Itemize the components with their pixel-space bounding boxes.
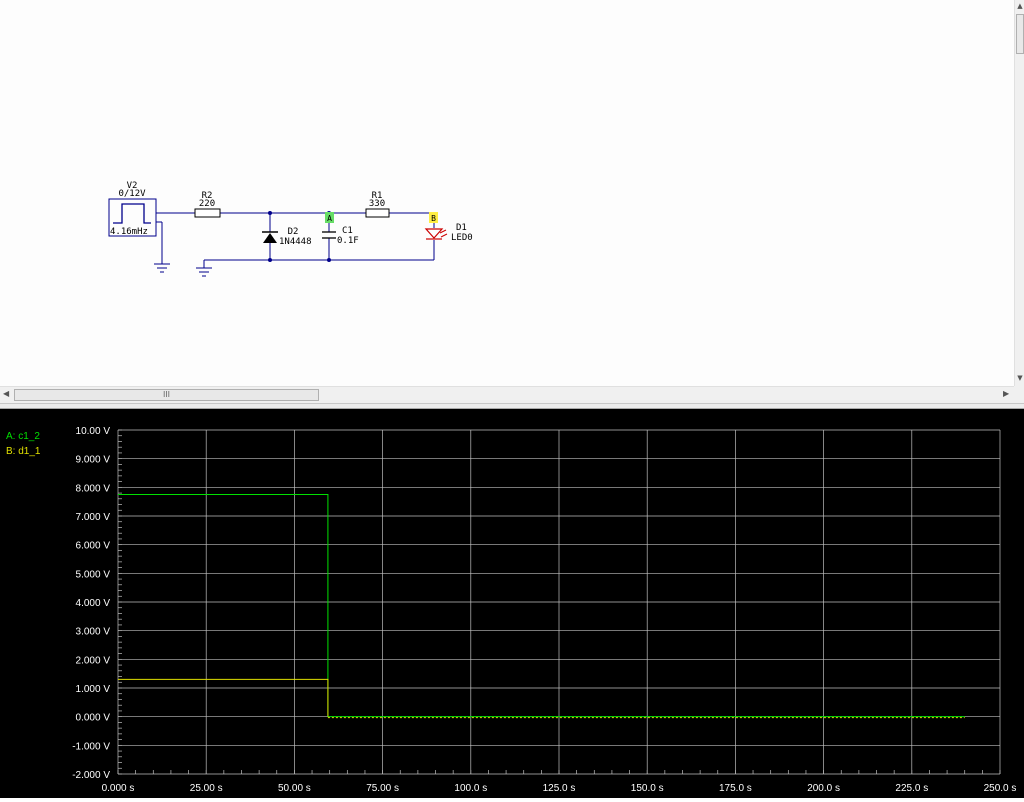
- x-tick-label: 250.0 s: [984, 783, 1017, 794]
- y-tick-label: -2.000 V: [72, 770, 110, 781]
- resistor-r1[interactable]: [365, 208, 390, 218]
- y-tick-label: 3.000 V: [76, 627, 111, 638]
- x-tick-label: 0.000 s: [102, 783, 135, 794]
- x-tick-label: 50.00 s: [278, 783, 311, 794]
- scroll-right-icon[interactable]: ▶: [1003, 389, 1009, 398]
- d1-value: LED0: [451, 233, 473, 243]
- led-d1[interactable]: [424, 228, 448, 240]
- capacitor-c1[interactable]: [322, 231, 336, 239]
- schematic-canvas[interactable]: V2 0/12V 4.16mHz R2 220 D2 1N4448 C1 0.1…: [0, 0, 1014, 386]
- y-tick-label: 7.000 V: [76, 512, 111, 523]
- ground-icon-v2: [154, 263, 170, 273]
- circuit-diagram: V2 0/12V 4.16mHz R2 220 D2 1N4448 C1 0.1…: [108, 181, 473, 277]
- r2-value: 220: [199, 199, 215, 209]
- x-tick-label: 75.00 s: [366, 783, 399, 794]
- x-tick-label: 225.0 s: [895, 783, 928, 794]
- x-tick-label: 175.0 s: [719, 783, 752, 794]
- y-tick-label: 9.000 V: [76, 455, 111, 466]
- x-tick-label: 150.0 s: [631, 783, 664, 794]
- square-wave-icon: [113, 203, 151, 224]
- scroll-grip: III: [162, 390, 171, 399]
- y-tick-label: 2.000 V: [76, 655, 111, 666]
- scroll-down-icon[interactable]: ▼: [1015, 374, 1024, 382]
- horizontal-scroll-thumb[interactable]: III: [14, 389, 319, 401]
- v2-value: 0/12V: [118, 189, 146, 199]
- x-tick-label: 200.0 s: [807, 783, 840, 794]
- resistor-r2[interactable]: [194, 208, 221, 218]
- d1-name: D1: [456, 223, 467, 233]
- trace-b-line: [118, 678, 329, 717]
- y-tick-label: 4.000 V: [76, 598, 111, 609]
- oscilloscope-panel: A: c1_2 B: d1_1 10.00 V 9.000 V 8.000 V 7.0…: [0, 409, 1024, 798]
- y-tick-label: 0.000 V: [76, 713, 111, 724]
- y-tick-label: 1.000 V: [76, 684, 111, 695]
- x-tick-label: 125.0 s: [543, 783, 576, 794]
- x-tick-label: 25.00 s: [190, 783, 223, 794]
- scrollbar-corner: [1014, 386, 1024, 403]
- y-tick-label: -1.000 V: [72, 741, 110, 752]
- scroll-up-icon[interactable]: ▲: [1015, 2, 1024, 10]
- y-tick-label: 10.00 V: [76, 426, 111, 437]
- waveform-plot: 10.00 V 9.000 V 8.000 V 7.000 V 6.000 V 5.000…: [72, 426, 1017, 794]
- r1-value: 330: [369, 199, 385, 209]
- v2-frequency: 4.16mHz: [110, 227, 148, 237]
- y-tick-label: 6.000 V: [76, 541, 111, 552]
- y-tick-label: 5.000 V: [76, 569, 111, 580]
- vertical-scroll-thumb[interactable]: [1016, 14, 1024, 54]
- c1-value: 0.1F: [337, 236, 359, 246]
- d2-name: D2: [288, 227, 299, 237]
- probe-a-label: A: [327, 214, 332, 223]
- y-tick-label: 8.000 V: [76, 483, 111, 494]
- x-tick-label: 100.0 s: [454, 783, 487, 794]
- trace-a-line: [118, 494, 965, 718]
- d2-value: 1N4448: [279, 237, 312, 247]
- legend-a: A: c1_2: [6, 431, 40, 442]
- diode-d2[interactable]: [262, 231, 278, 243]
- scroll-left-icon[interactable]: ◀: [3, 389, 9, 398]
- horizontal-scrollbar[interactable]: ◀ III ▶: [0, 386, 1014, 403]
- legend-b: B: d1_1: [6, 446, 41, 457]
- c1-name: C1: [342, 226, 353, 236]
- ground-icon-circuit: [196, 267, 212, 277]
- vertical-scrollbar[interactable]: ▲ ▼: [1014, 0, 1024, 386]
- probe-b-label: B: [431, 214, 436, 223]
